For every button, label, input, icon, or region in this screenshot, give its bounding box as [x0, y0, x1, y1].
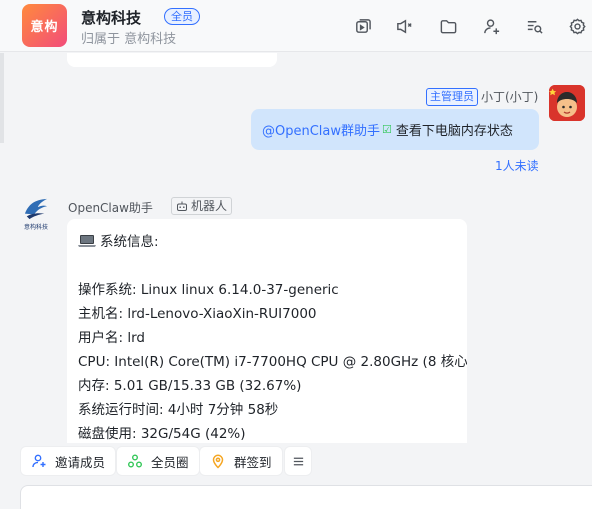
invite-members-button[interactable]: 邀请成员	[20, 446, 117, 476]
bot-avatar[interactable]: 意构科技	[18, 196, 54, 232]
location-pin-icon	[212, 454, 224, 469]
bot-line-os: 操作系统: Linux linux 6.14.0-37-generic	[78, 282, 339, 298]
bot-badge-label: 机器人	[191, 199, 228, 213]
settings-icon[interactable]	[566, 15, 588, 37]
previous-message-bubble	[67, 53, 277, 67]
menu-icon	[293, 457, 303, 465]
video-meeting-icon[interactable]	[351, 15, 373, 37]
laptop-icon	[78, 232, 96, 247]
bot-line-username: 用户名: lrd	[78, 330, 145, 346]
group-circle-button[interactable]: 全员圈	[116, 446, 200, 476]
chat-header: 意构 意构科技 全员 归属于 意构科技	[0, 0, 592, 52]
bot-line-memory: 内存: 5.01 GB/15.33 GB (32.67%)	[78, 378, 302, 394]
bot-line-text: 系统信息:	[100, 234, 159, 250]
group-checkin-label: 群签到	[234, 454, 272, 470]
group-affiliation: 归属于 意构科技	[81, 32, 177, 47]
more-actions-button[interactable]	[284, 446, 312, 476]
member-scope-badge: 全员	[164, 8, 200, 25]
group-circle-label: 全员圈	[151, 454, 189, 470]
bot-mention[interactable]: @OpenClaw群助手	[262, 120, 380, 139]
bot-message-heading: 系统信息:	[78, 230, 456, 254]
invite-members-label: 邀请成员	[55, 454, 106, 470]
message-sender-name[interactable]: 小丁(小丁)	[481, 88, 538, 105]
user-message-bubble[interactable]: @OpenClaw群助手 ☑ 查看下电脑内存状态	[251, 109, 539, 150]
bot-sender-name[interactable]: OpenClaw助手	[68, 199, 153, 216]
group-logo[interactable]: 意构	[22, 4, 67, 47]
folder-icon[interactable]	[437, 15, 459, 37]
group-name[interactable]: 意构科技	[81, 7, 141, 28]
announcement-icon[interactable]	[393, 15, 415, 37]
bot-message-bubble[interactable]: 系统信息: 操作系统: Linux linux 6.14.0-37-generi…	[67, 219, 467, 443]
circle-icon	[128, 454, 142, 468]
message-list[interactable]: 主管理员 小丁(小丁) @OpenClaw群助手 ☑ 查看下电脑内存状态 1人未…	[0, 53, 592, 443]
quick-action-bar: 邀请成员 全员圈 群签到	[0, 446, 592, 478]
chat-window: 意构 意构科技 全员 归属于 意构科技 主管理员 小丁(小丁) @OpenCla…	[0, 0, 592, 509]
bot-line-hostname: 主机名: lrd-Lenovo-XiaoXin-RUI7000	[78, 306, 317, 322]
verified-check-icon: ☑	[382, 123, 392, 136]
group-checkin-button[interactable]: 群签到	[199, 446, 283, 476]
search-messages-icon[interactable]	[523, 15, 545, 37]
add-member-icon[interactable]	[480, 15, 502, 37]
message-text: 查看下电脑内存状态	[395, 124, 513, 139]
add-member-icon	[32, 454, 46, 468]
bot-badge: 机器人	[171, 197, 233, 215]
bot-line-cpu: CPU: Intel(R) Core(TM) i7-7700HQ CPU @ 2…	[78, 354, 467, 370]
message-input[interactable]	[20, 485, 592, 509]
bot-line-disk: 磁盘使用: 32G/54G (42%)	[78, 426, 246, 442]
bot-avatar-caption: 意构科技	[23, 224, 48, 231]
read-status[interactable]: 1人未读	[495, 157, 539, 174]
robot-icon	[177, 201, 187, 211]
bot-line-spacer	[78, 254, 456, 278]
user-avatar[interactable]	[549, 85, 585, 121]
role-tag-admin: 主管理员	[426, 88, 478, 106]
bot-line-uptime: 系统运行时间: 4小时 7分钟 58秒	[78, 402, 279, 418]
